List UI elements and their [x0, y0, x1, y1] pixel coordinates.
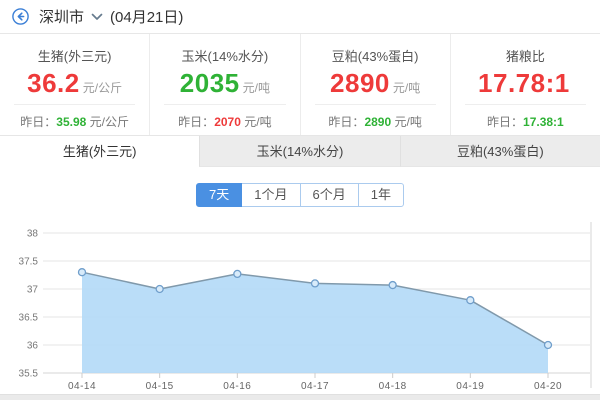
card-unit: 元/公斤 — [83, 79, 122, 96]
card-value: 2890 — [330, 68, 390, 99]
period-7d-button[interactable]: 7天 — [196, 183, 242, 207]
commodity-tabs: 生猪(外三元) 玉米(14%水分) 豆粕(43%蛋白) — [0, 135, 600, 167]
price-trend-chart: 38 37.5 37 36.5 36 35.5 04-14 04-15 04-16 04-17 04… — [0, 222, 600, 394]
period-1y-button[interactable]: 1年 — [358, 183, 404, 207]
card-value: 36.2 — [27, 68, 80, 99]
yesterday-unit: 元/吨 — [394, 115, 421, 129]
footer-strip — [0, 394, 600, 400]
card-unit: 元/吨 — [243, 79, 270, 96]
period-6m-button[interactable]: 6个月 — [300, 183, 359, 207]
card-value: 17.78:1 — [478, 68, 570, 99]
yesterday-value: 17.38:1 — [523, 115, 564, 129]
svg-text:04-15: 04-15 — [146, 381, 174, 392]
chevron-down-icon[interactable] — [91, 13, 103, 21]
yesterday-label: 昨日： — [487, 115, 523, 129]
svg-text:36: 36 — [27, 341, 39, 352]
svg-text:04-14: 04-14 — [68, 381, 96, 392]
card-title: 猪粮比 — [451, 46, 600, 65]
svg-text:04-20: 04-20 — [534, 381, 562, 392]
svg-text:04-16: 04-16 — [223, 381, 251, 392]
card-title: 豆粕(43%蛋白) — [301, 46, 450, 65]
pig-price-app: 深圳市 (04月21日) 生猪(外三元) 36.2 元/公斤 昨日：35.98 … — [0, 0, 600, 400]
card-unit: 元/吨 — [393, 79, 420, 96]
price-cards-row: 生猪(外三元) 36.2 元/公斤 昨日：35.98 元/公斤 玉米(14%水分… — [0, 34, 600, 135]
yesterday-value: 2890 — [364, 115, 391, 129]
card-value: 2035 — [180, 68, 240, 99]
date-label: (04月21日) — [110, 6, 183, 27]
yesterday-unit: 元/公斤 — [90, 115, 129, 129]
card-pig-price: 生猪(外三元) 36.2 元/公斤 昨日：35.98 元/公斤 — [0, 34, 149, 135]
svg-text:37: 37 — [27, 285, 39, 296]
city-selector-label[interactable]: 深圳市 — [39, 6, 84, 27]
yesterday-value: 35.98 — [56, 115, 86, 129]
divider — [465, 104, 586, 105]
svg-text:04-19: 04-19 — [456, 381, 484, 392]
yesterday-label: 昨日： — [20, 115, 56, 129]
tab-soybean-meal[interactable]: 豆粕(43%蛋白) — [400, 136, 600, 167]
card-corn-price: 玉米(14%水分) 2035 元/吨 昨日：2070 元/吨 — [149, 34, 299, 135]
card-pig-grain-ratio: 猪粮比 17.78:1 昨日：17.38:1 — [450, 34, 600, 135]
back-button[interactable] — [12, 8, 29, 25]
period-selector: 7天 1个月 6个月 1年 — [0, 183, 600, 207]
tab-corn[interactable]: 玉米(14%水分) — [199, 136, 399, 167]
svg-text:37.5: 37.5 — [19, 257, 39, 268]
svg-text:35.5: 35.5 — [19, 369, 39, 380]
card-title: 生猪(外三元) — [0, 46, 149, 65]
card-title: 玉米(14%水分) — [150, 46, 299, 65]
svg-text:04-18: 04-18 — [379, 381, 407, 392]
svg-text:36.5: 36.5 — [19, 313, 39, 324]
yesterday-label: 昨日： — [178, 115, 214, 129]
yesterday-row: 昨日：2890 元/吨 — [301, 113, 450, 130]
yesterday-unit: 元/吨 — [244, 115, 271, 129]
yesterday-row: 昨日：35.98 元/公斤 — [0, 113, 149, 130]
header: 深圳市 (04月21日) — [0, 0, 600, 34]
divider — [315, 104, 436, 105]
yesterday-row: 昨日：2070 元/吨 — [150, 113, 299, 130]
divider — [164, 104, 285, 105]
card-soybean-meal-price: 豆粕(43%蛋白) 2890 元/吨 昨日：2890 元/吨 — [300, 34, 450, 135]
svg-text:04-17: 04-17 — [301, 381, 329, 392]
yesterday-value: 2070 — [214, 115, 241, 129]
period-1m-button[interactable]: 1个月 — [241, 183, 300, 207]
arrow-left-circle-icon — [12, 8, 29, 25]
yesterday-row: 昨日：17.38:1 — [451, 113, 600, 130]
yesterday-label: 昨日： — [328, 115, 364, 129]
svg-text:38: 38 — [27, 229, 39, 240]
tab-pig[interactable]: 生猪(外三元) — [0, 136, 199, 167]
divider — [14, 104, 135, 105]
